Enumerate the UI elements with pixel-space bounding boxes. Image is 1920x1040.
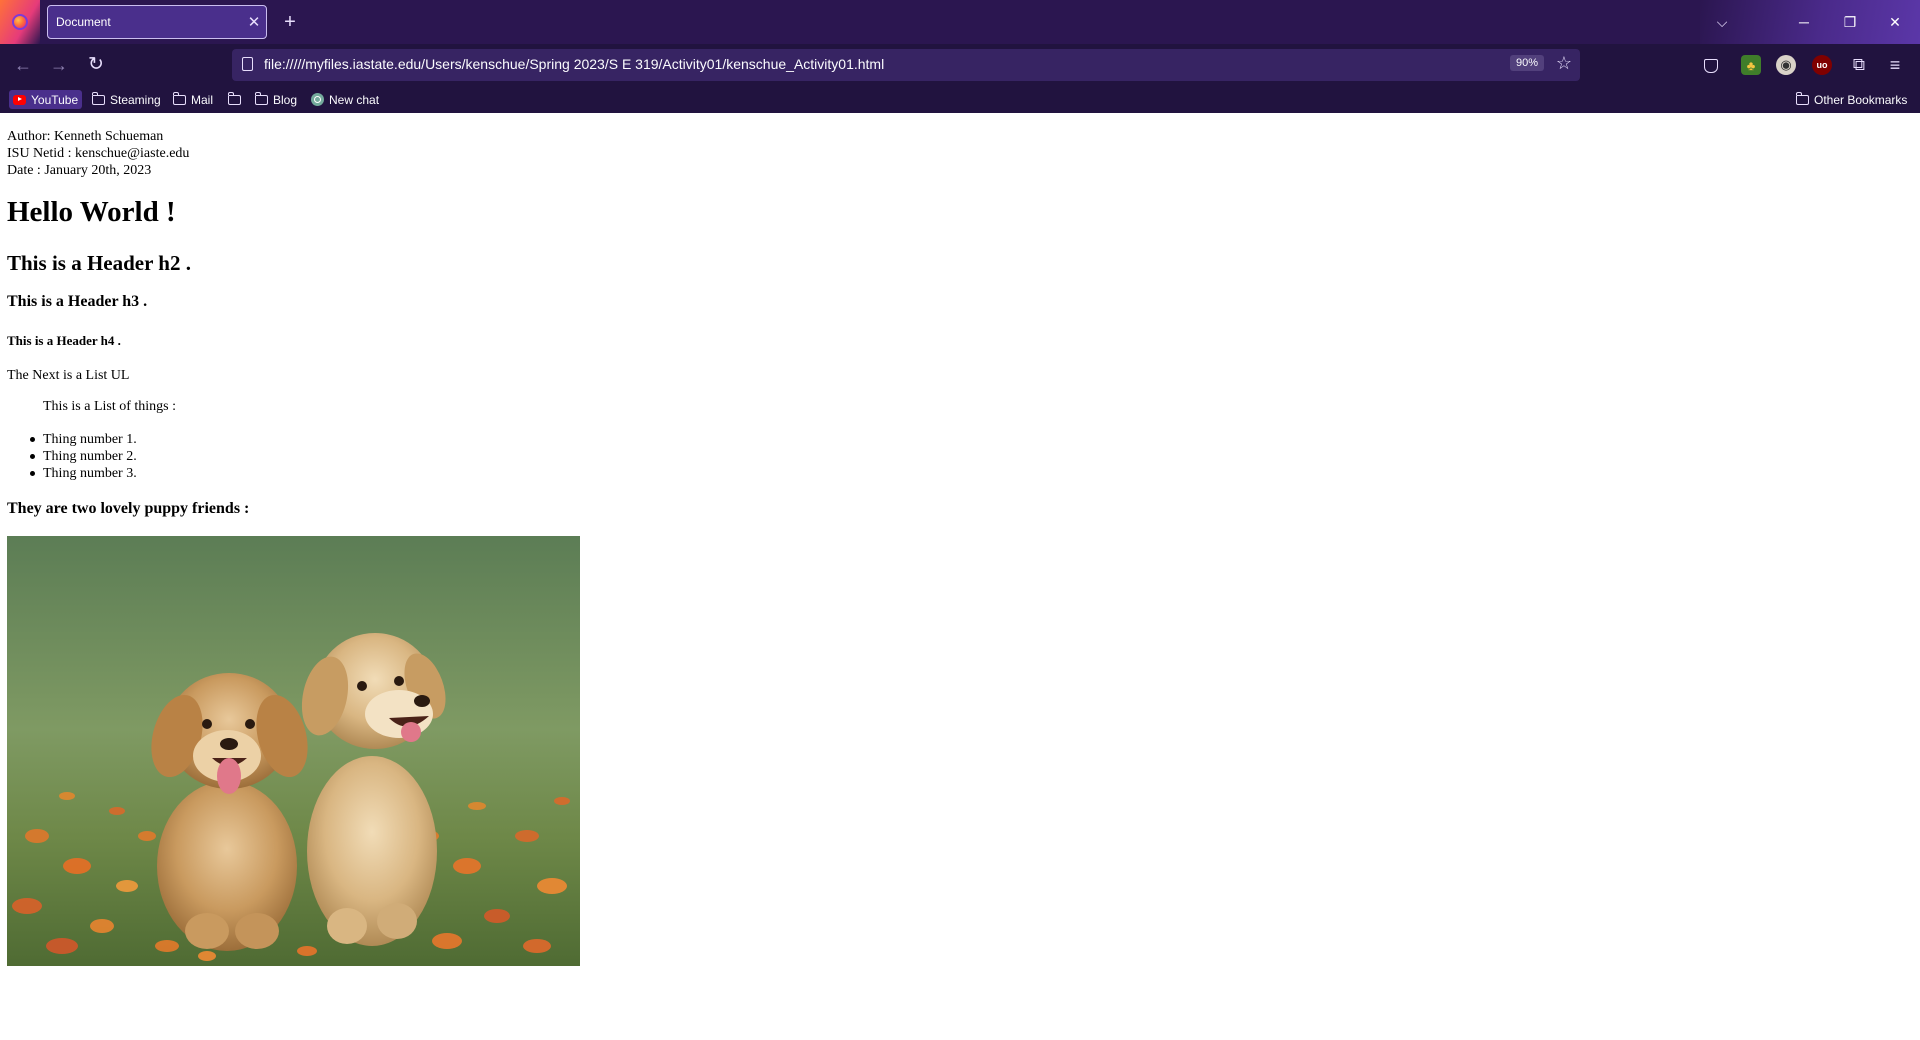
close-window-icon[interactable]: ✕ (1880, 8, 1910, 36)
hamburger-menu-icon[interactable]: ≡ (1885, 55, 1905, 75)
list-intro-text: The Next is a List UL (7, 368, 130, 383)
extensions-puzzle-icon[interactable]: ⧉ (1849, 55, 1869, 75)
page-content: Author: Kenneth Schueman ISU Netid : ken… (0, 113, 1920, 1040)
date-line: Date : January 20th, 2023 (7, 163, 152, 178)
puppy-heading: They are two lovely puppy friends : (7, 500, 250, 517)
bookmark-new-chat[interactable]: New chat (307, 90, 383, 109)
tab-strip: Document ✕ + ⌵ ─ ❐ ✕ (0, 0, 1920, 44)
tab-title: Document (56, 15, 111, 29)
folder-icon (173, 91, 186, 105)
folder-icon (255, 91, 268, 105)
zoom-level-badge[interactable]: 90% (1509, 55, 1544, 71)
extension-leaf-icon[interactable]: ♣ (1741, 55, 1761, 75)
extension-face-icon[interactable]: ◉ (1776, 55, 1796, 75)
restore-icon[interactable]: ❐ (1835, 8, 1865, 36)
close-tab-icon[interactable]: ✕ (242, 13, 266, 31)
netid-line: ISU Netid : kenschue@iaste.edu (7, 146, 190, 161)
other-bookmarks[interactable]: Other Bookmarks (1792, 90, 1911, 109)
back-arrow-icon[interactable]: ← (10, 53, 36, 77)
new-tab-button[interactable]: + (279, 11, 301, 33)
browser-chrome: Document ✕ + ⌵ ─ ❐ ✕ ← → ↻ file://///myf… (0, 0, 1920, 113)
firefox-menu-icon[interactable] (0, 0, 40, 44)
bookmark-star-icon[interactable]: ☆ (1556, 53, 1572, 74)
author-line: Author: Kenneth Schueman (7, 129, 164, 144)
youtube-icon (13, 94, 26, 105)
navigation-toolbar: ← → ↻ file://///myfiles.iastate.edu/User… (0, 44, 1920, 86)
tab-document[interactable]: Document ✕ (47, 5, 267, 39)
heading-h2: This is a Header h2 . (7, 251, 191, 275)
ublock-origin-icon[interactable]: uo (1812, 55, 1832, 75)
heading-h3: This is a Header h3 . (7, 293, 148, 310)
bookmarks-toolbar: YouTube Steaming Mail Blog New chat Othe… (0, 86, 1920, 113)
folder-icon (1796, 91, 1809, 105)
list-item: Thing number 1. (30, 432, 137, 447)
list-item: Thing number 2. (30, 449, 137, 464)
bookmark-mail[interactable]: Mail (169, 90, 217, 109)
bookmark-steaming[interactable]: Steaming (88, 90, 165, 109)
chatgpt-icon (311, 93, 324, 106)
heading-h4: This is a Header h4 . (7, 333, 121, 348)
forward-arrow-icon[interactable]: → (46, 53, 72, 77)
puppies-photo (7, 536, 580, 966)
bookmark-blog[interactable]: Blog (251, 90, 301, 109)
bookmark-unnamed-folder[interactable] (224, 90, 250, 109)
folder-icon (228, 91, 241, 105)
list-item: Thing number 3. (30, 466, 137, 481)
page-icon (242, 57, 253, 71)
list-all-tabs-icon[interactable]: ⌵ (1710, 10, 1734, 34)
folder-icon (92, 91, 105, 105)
reload-icon[interactable]: ↻ (83, 53, 109, 77)
url-text[interactable]: file://///myfiles.iastate.edu/Users/kens… (264, 56, 884, 72)
author-info: Author: Kenneth Schueman ISU Netid : ken… (7, 128, 189, 179)
minimize-icon[interactable]: ─ (1789, 8, 1819, 36)
bookmark-youtube[interactable]: YouTube (9, 90, 83, 109)
things-list: Thing number 1. Thing number 2. Thing nu… (30, 431, 137, 482)
list-caption: This is a List of things : (43, 399, 176, 414)
heading-h1: Hello World ! (7, 196, 176, 228)
pocket-icon[interactable] (1704, 59, 1718, 73)
address-bar[interactable]: file://///myfiles.iastate.edu/Users/kens… (232, 49, 1580, 81)
